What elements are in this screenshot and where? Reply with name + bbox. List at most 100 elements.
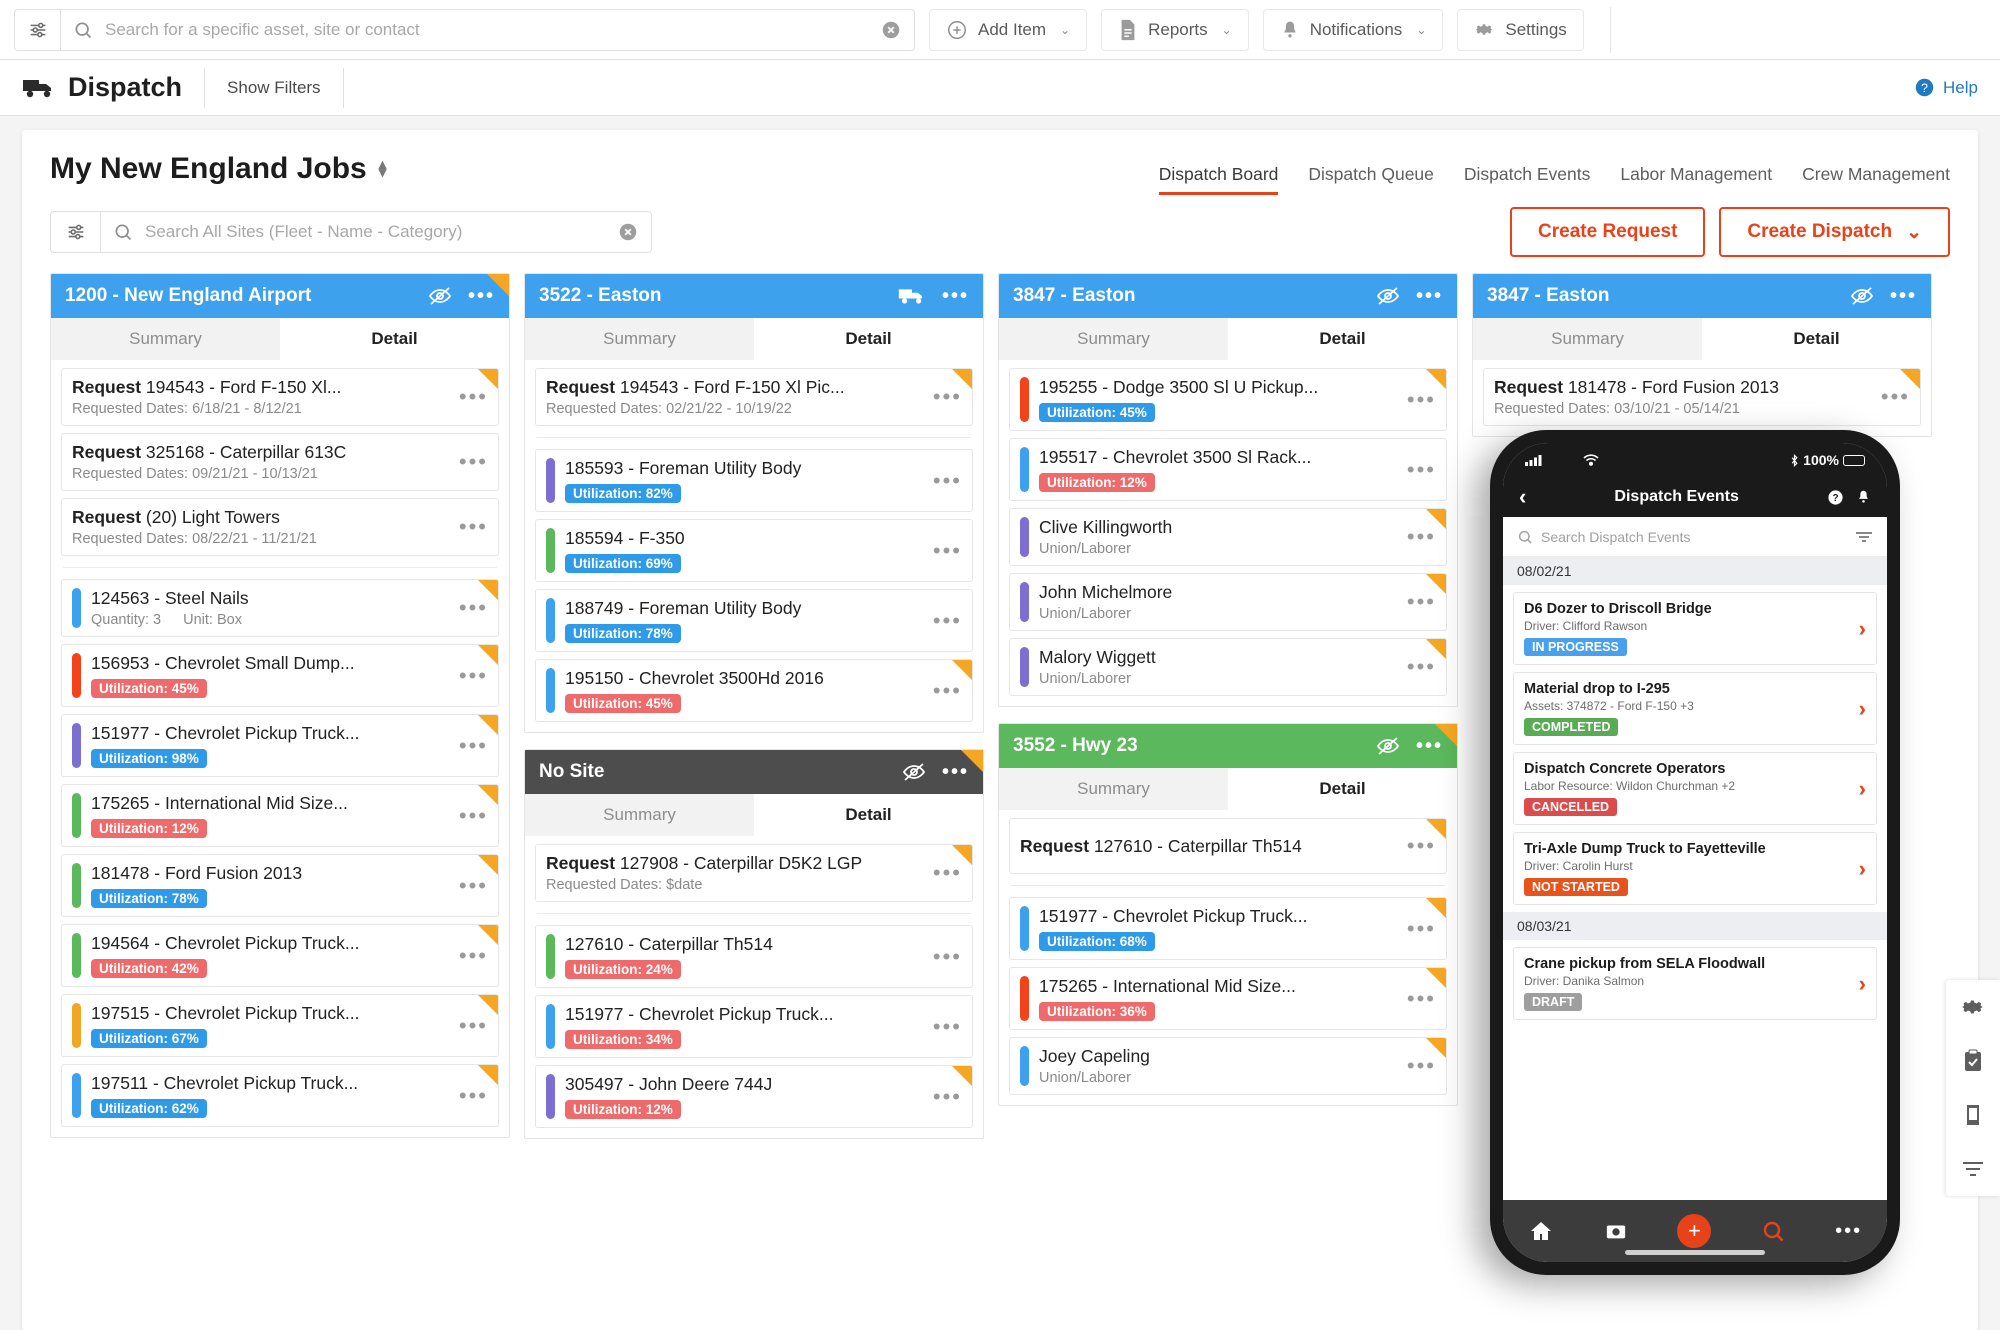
asset-row[interactable]: 197515 - Chevrolet Pickup Truck... Utiliz… — [61, 994, 499, 1057]
asset-row[interactable]: 305497 - John Deere 744J Utilization: 12%… — [535, 1065, 973, 1128]
row-more-icon[interactable]: ••• — [1401, 387, 1436, 413]
asset-row[interactable]: Joey Capeling Union/Laborer ••• — [1009, 1037, 1447, 1095]
asset-row[interactable]: John Michelmore Union/Laborer ••• — [1009, 573, 1447, 631]
asset-row[interactable]: 188749 - Foreman Utility Body Utilization… — [535, 589, 973, 652]
site-panel-header[interactable]: 3847 - Easton ••• — [1473, 274, 1931, 318]
eye-off-icon[interactable] — [1850, 286, 1874, 306]
chevron-right-icon[interactable]: › — [1851, 856, 1866, 882]
asset-row[interactable]: 195517 - Chevrolet 3500 Sl Rack... Utiliz… — [1009, 438, 1447, 501]
asset-row[interactable]: Clive Killingworth Union/Laborer ••• — [1009, 508, 1447, 566]
tab-dispatch-events[interactable]: Dispatch Events — [1464, 164, 1590, 195]
eye-off-icon[interactable] — [1376, 736, 1400, 756]
row-more-icon[interactable]: ••• — [1401, 916, 1436, 942]
row-more-icon[interactable]: ••• — [453, 449, 488, 475]
search-icon[interactable] — [1761, 1219, 1785, 1243]
asset-row[interactable]: 195150 - Chevrolet 3500Hd 2016 Utilizatio… — [535, 659, 973, 722]
panel-tab-detail[interactable]: Detail — [1702, 318, 1931, 360]
row-more-icon[interactable]: ••• — [927, 1084, 962, 1110]
row-more-icon[interactable]: ••• — [453, 1083, 488, 1109]
asset-row[interactable]: 151977 - Chevrolet Pickup Truck... Utiliz… — [535, 995, 973, 1058]
panel-tab-summary[interactable]: Summary — [999, 768, 1228, 810]
request-row[interactable]: Request 194543 - Ford F-150 Xl... Request… — [61, 368, 499, 426]
row-more-icon[interactable]: ••• — [453, 514, 488, 540]
panel-tab-summary[interactable]: Summary — [525, 318, 754, 360]
request-row[interactable]: Request 325168 - Caterpillar 613C Request… — [61, 433, 499, 491]
global-search-input[interactable] — [105, 19, 868, 40]
asset-row[interactable]: 127610 - Caterpillar Th514 Utilization: 2… — [535, 925, 973, 988]
site-panel-header[interactable]: 1200 - New England Airport ••• — [51, 274, 509, 318]
site-search-box[interactable] — [100, 211, 652, 253]
clear-circle-icon[interactable] — [880, 19, 902, 41]
rail-phone-button[interactable] — [1946, 1088, 2000, 1142]
eye-off-icon[interactable] — [1376, 286, 1400, 306]
chevron-right-icon[interactable]: › — [1851, 971, 1866, 997]
panel-tab-detail[interactable]: Detail — [1228, 318, 1457, 360]
global-filter-button[interactable] — [14, 8, 60, 51]
site-filter-button[interactable] — [50, 211, 100, 253]
more-icon[interactable]: ••• — [1416, 285, 1443, 308]
site-panel-header[interactable]: 3847 - Easton ••• — [999, 274, 1457, 318]
site-search-input[interactable] — [145, 222, 605, 242]
row-more-icon[interactable]: ••• — [453, 803, 488, 829]
asset-row[interactable]: 151977 - Chevrolet Pickup Truck... Utiliz… — [1009, 897, 1447, 960]
row-more-icon[interactable]: ••• — [453, 1013, 488, 1039]
home-icon[interactable] — [1528, 1219, 1554, 1243]
site-panel-header[interactable]: No Site ••• — [525, 750, 983, 794]
request-row[interactable]: Request 194543 - Ford F-150 Xl Pic... Req… — [535, 368, 973, 426]
more-icon[interactable]: ••• — [1835, 1220, 1862, 1243]
more-icon[interactable]: ••• — [1890, 285, 1917, 308]
filter-lines-icon[interactable] — [1855, 530, 1873, 544]
panel-tab-detail[interactable]: Detail — [754, 318, 983, 360]
request-row[interactable]: Request 181478 - Ford Fusion 2013 Request… — [1483, 368, 1921, 426]
clear-circle-icon[interactable] — [617, 221, 639, 243]
site-panel-header[interactable]: 3522 - Easton ••• — [525, 274, 983, 318]
row-more-icon[interactable]: ••• — [1401, 986, 1436, 1012]
chevron-right-icon[interactable]: › — [1851, 696, 1866, 722]
row-more-icon[interactable]: ••• — [927, 538, 962, 564]
panel-tab-detail[interactable]: Detail — [280, 318, 509, 360]
dispatch-event-item[interactable]: Tri-Axle Dump Truck to Fayetteville Drive… — [1513, 832, 1877, 905]
truck-icon[interactable] — [898, 286, 926, 306]
asset-row[interactable]: 124563 - Steel Nails Quantity: 3 Unit: Box… — [61, 579, 499, 637]
row-more-icon[interactable]: ••• — [927, 608, 962, 634]
dispatch-event-item[interactable]: Crane pickup from SELA Floodwall Driver: … — [1513, 947, 1877, 1020]
add-item-button[interactable]: Add Item ⌄ — [929, 8, 1088, 51]
request-row[interactable]: Request (20) Light Towers Requested Dates… — [61, 498, 499, 556]
dispatch-event-item[interactable]: Material drop to I-295 Assets: 374872 - F… — [1513, 672, 1877, 745]
site-panel-header[interactable]: 3552 - Hwy 23 ••• — [999, 724, 1457, 768]
bell-icon[interactable] — [1856, 489, 1871, 505]
tab-dispatch-board[interactable]: Dispatch Board — [1158, 164, 1279, 195]
eye-off-icon[interactable] — [902, 762, 926, 782]
chevron-right-icon[interactable]: › — [1851, 616, 1866, 642]
more-icon[interactable]: ••• — [942, 285, 969, 308]
row-more-icon[interactable]: ••• — [453, 663, 488, 689]
panel-tab-summary[interactable]: Summary — [525, 794, 754, 836]
notifications-button[interactable]: Notifications ⌄ — [1262, 8, 1444, 51]
row-more-icon[interactable]: ••• — [927, 944, 962, 970]
row-more-icon[interactable]: ••• — [1401, 457, 1436, 483]
asset-row[interactable]: Malory Wiggett Union/Laborer ••• — [1009, 638, 1447, 696]
board-title[interactable]: My New England Jobs ▴ ▾ — [50, 152, 386, 186]
rail-gear-button[interactable] — [1946, 980, 2000, 1034]
asset-row[interactable]: 185594 - F-350 Utilization: 69% ••• — [535, 519, 973, 582]
create-request-button[interactable]: Create Request — [1510, 207, 1706, 257]
dispatch-event-item[interactable]: Dispatch Concrete Operators Labor Resourc… — [1513, 752, 1877, 825]
row-more-icon[interactable]: ••• — [927, 678, 962, 704]
panel-tab-summary[interactable]: Summary — [999, 318, 1228, 360]
help-circle-icon[interactable]: ? — [1827, 489, 1844, 506]
request-row[interactable]: Request 127610 - Caterpillar Th514 ••• — [1009, 818, 1447, 874]
tab-crew-management[interactable]: Crew Management — [1802, 164, 1950, 195]
eye-off-icon[interactable] — [428, 286, 452, 306]
tab-labor-management[interactable]: Labor Management — [1620, 164, 1772, 195]
asset-row[interactable]: 194564 - Chevrolet Pickup Truck... Utiliz… — [61, 924, 499, 987]
global-search-box[interactable] — [60, 8, 915, 51]
row-more-icon[interactable]: ••• — [453, 733, 488, 759]
camera-icon[interactable] — [1604, 1220, 1628, 1242]
create-dispatch-button[interactable]: Create Dispatch ⌄ — [1719, 207, 1950, 257]
row-more-icon[interactable]: ••• — [927, 468, 962, 494]
panel-tab-summary[interactable]: Summary — [51, 318, 280, 360]
panel-tab-detail[interactable]: Detail — [754, 794, 983, 836]
asset-row[interactable]: 197511 - Chevrolet Pickup Truck... Utiliz… — [61, 1064, 499, 1127]
phone-search-box[interactable]: Search Dispatch Events — [1503, 517, 1887, 557]
reports-button[interactable]: Reports ⌄ — [1101, 8, 1249, 51]
